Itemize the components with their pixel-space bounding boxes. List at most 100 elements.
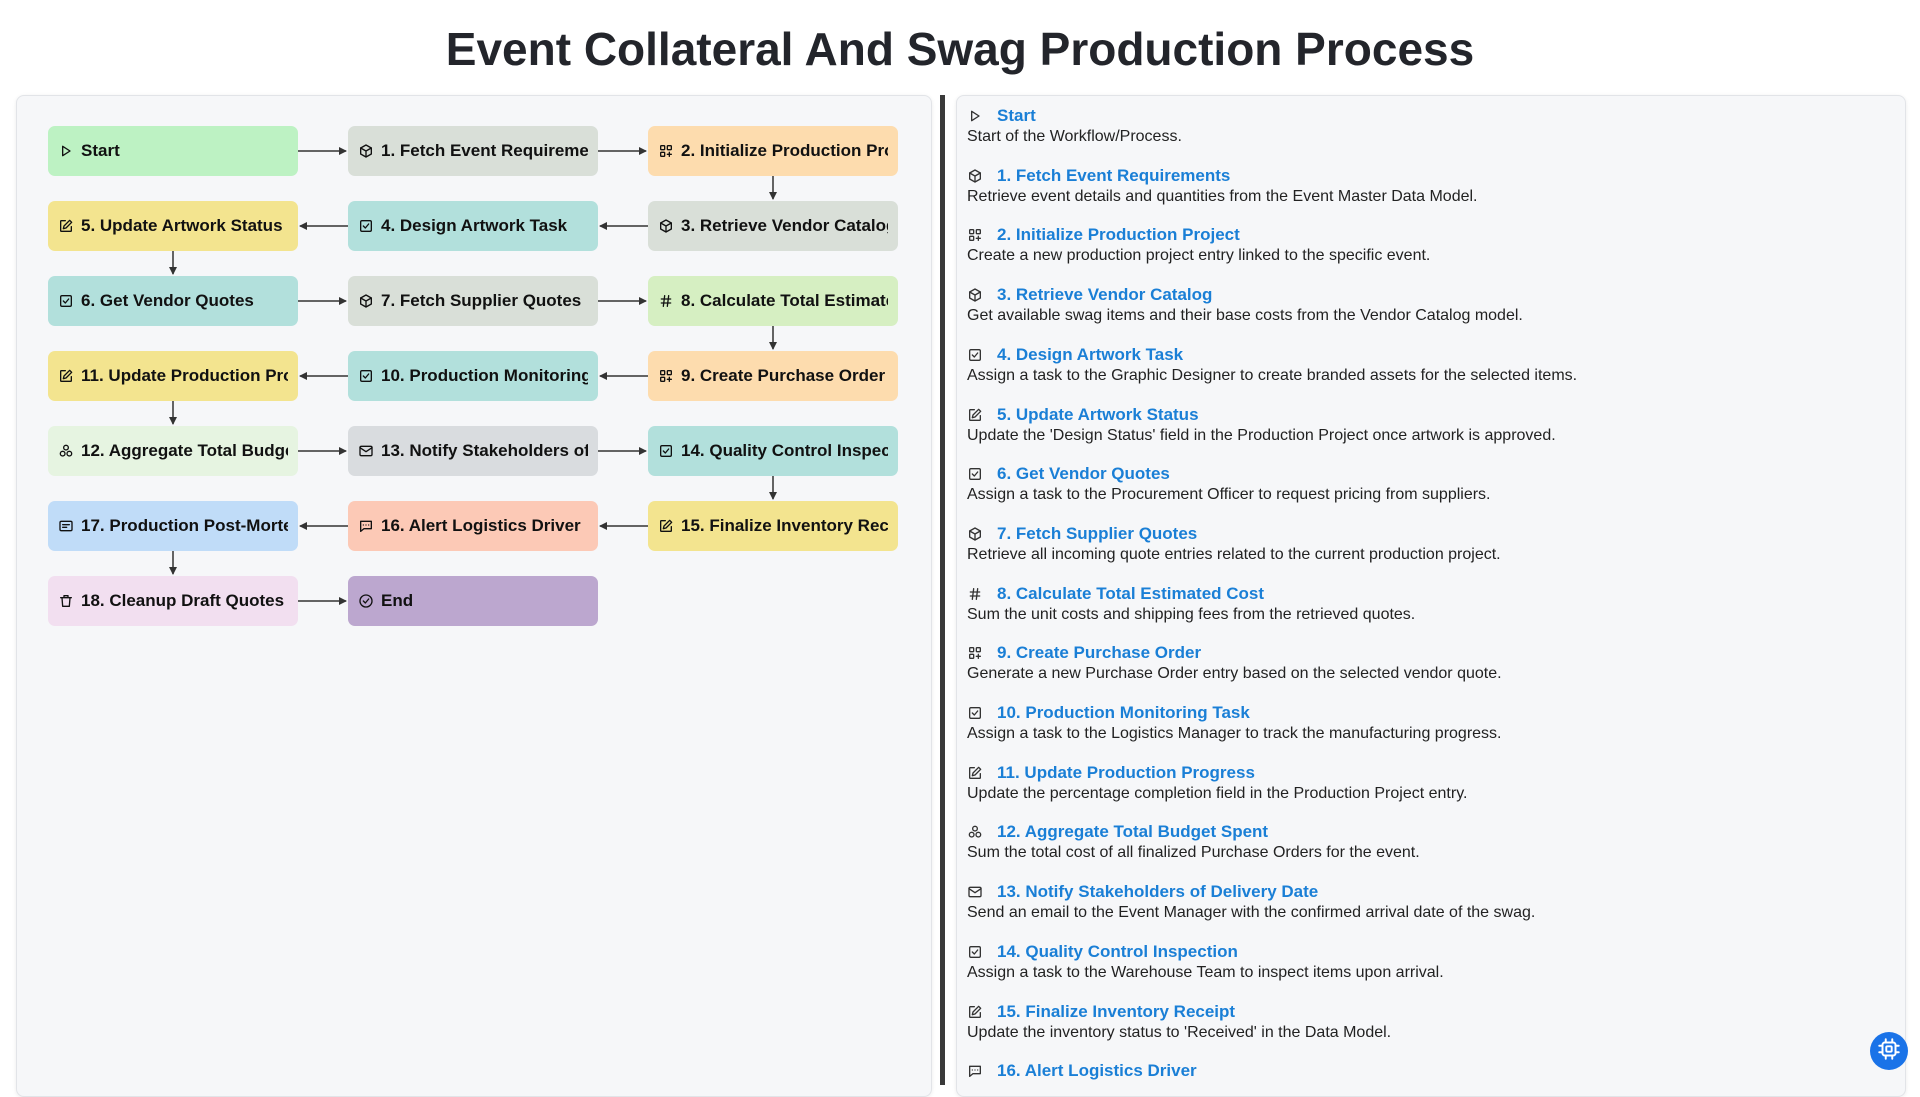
checkbox-icon [358, 368, 374, 384]
step-item: 15. Finalize Inventory Receipt Update the… [967, 1002, 1391, 1042]
step-title: 4. Design Artwork Task [997, 344, 1184, 364]
step-item: 5. Update Artwork Status Update the 'Desi… [967, 405, 1556, 445]
mail-icon [358, 443, 374, 459]
workflow-node-label: 2. Initialize Production Project [681, 141, 888, 160]
step-link[interactable]: 5. Update Artwork Status [967, 405, 1556, 425]
step-title: 14. Quality Control Inspection [997, 941, 1238, 961]
workflow-node[interactable]: 4. Design Artwork Task [348, 201, 598, 251]
step-title: 3. Retrieve Vendor Catalog [997, 285, 1213, 305]
steps-detail-panel: Start Start of the Workflow/Process. 1. Fe… [956, 95, 1906, 1097]
grid-plus-icon [967, 645, 983, 661]
edit-icon [58, 218, 74, 234]
workflow-node[interactable]: 2. Initialize Production Project [648, 126, 898, 176]
step-link[interactable]: 16. Alert Logistics Driver [967, 1061, 1197, 1081]
step-description: Assign a task to the Procurement Officer… [967, 486, 1491, 504]
workflow-node[interactable]: End [348, 576, 598, 626]
list-card-icon [58, 518, 74, 534]
workflow-node[interactable]: Start [48, 126, 298, 176]
step-description: Generate a new Purchase Order entry base… [967, 665, 1502, 683]
workflow-node[interactable]: 8. Calculate Total Estimated Cost [648, 276, 898, 326]
checkbox-icon [658, 443, 674, 459]
step-item: 7. Fetch Supplier Quotes Retrieve all inc… [967, 524, 1501, 564]
step-link[interactable]: 9. Create Purchase Order [967, 643, 1502, 663]
step-link[interactable]: 2. Initialize Production Project [967, 225, 1430, 245]
workflow-node[interactable]: 18. Cleanup Draft Quotes [48, 576, 298, 626]
workflow-node[interactable]: 12. Aggregate Total Budget Spent [48, 426, 298, 476]
workflow-node-label: 12. Aggregate Total Budget Spent [81, 441, 288, 460]
workflow-node[interactable]: 9. Create Purchase Order [648, 351, 898, 401]
step-description: Sum the unit costs and shipping fees fro… [967, 605, 1416, 623]
step-description: Retrieve all incoming quote entries rela… [967, 545, 1501, 563]
step-description: Update the 'Design Status' field in the … [967, 426, 1556, 444]
checkbox-icon [967, 705, 983, 721]
workflow-node-label: 11. Update Production Progress [81, 366, 288, 385]
check-circle-icon [358, 593, 374, 609]
step-link[interactable]: 7. Fetch Supplier Quotes [967, 524, 1501, 544]
workflow-node-label: 3. Retrieve Vendor Catalog [681, 216, 888, 235]
edit-icon [658, 518, 674, 534]
workflow-node-label: 14. Quality Control Inspection [681, 441, 888, 460]
step-link[interactable]: 10. Production Monitoring Task [967, 703, 1502, 723]
checkbox-icon [58, 293, 74, 309]
checkbox-icon [358, 218, 374, 234]
step-item: 2. Initialize Production Project Create a… [967, 225, 1430, 265]
step-link[interactable]: 15. Finalize Inventory Receipt [967, 1002, 1391, 1022]
step-link[interactable]: Start [967, 106, 1182, 126]
step-title: 10. Production Monitoring Task [997, 703, 1250, 722]
panel-divider[interactable] [940, 95, 945, 1085]
cube-icon [967, 168, 983, 184]
step-item: 13. Notify Stakeholders of Delivery Date… [967, 882, 1535, 922]
step-item: 12. Aggregate Total Budget Spent Sum the … [967, 822, 1420, 862]
workflow-node-label: 1. Fetch Event Requirements [381, 141, 588, 160]
chip-icon [1876, 1036, 1902, 1067]
checkbox-icon [967, 944, 983, 960]
step-link[interactable]: 4. Design Artwork Task [967, 345, 1577, 365]
message-icon [967, 1063, 983, 1079]
step-item: 3. Retrieve Vendor Catalog Get available … [967, 285, 1523, 325]
workflow-node[interactable]: 10. Production Monitoring Task [348, 351, 598, 401]
workflow-node[interactable]: 3. Retrieve Vendor Catalog [648, 201, 898, 251]
workflow-node[interactable]: 13. Notify Stakeholders of Delivery Date [348, 426, 598, 476]
edit-icon [967, 407, 983, 423]
workflow-node[interactable]: 7. Fetch Supplier Quotes [348, 276, 598, 326]
workflow-node-label: 4. Design Artwork Task [381, 216, 568, 235]
edit-icon [967, 765, 983, 781]
step-link[interactable]: 13. Notify Stakeholders of Delivery Date [967, 882, 1535, 902]
workflow-node[interactable]: 17. Production Post-Mortem [48, 501, 298, 551]
step-link[interactable]: 1. Fetch Event Requirements [967, 166, 1477, 186]
workflow-node-label: 15. Finalize Inventory Receipt [681, 516, 888, 535]
step-title: 5. Update Artwork Status [997, 404, 1199, 424]
cube-icon [358, 143, 374, 159]
step-link[interactable]: 8. Calculate Total Estimated Cost [967, 584, 1415, 604]
workflow-node[interactable]: 15. Finalize Inventory Receipt [648, 501, 898, 551]
page-title: Event Collateral And Swag Production Pro… [445, 23, 1475, 75]
cube-icon [658, 218, 674, 234]
step-title: Start [997, 106, 1036, 125]
step-link[interactable]: 14. Quality Control Inspection [967, 942, 1444, 962]
step-link[interactable]: 3. Retrieve Vendor Catalog [967, 285, 1523, 305]
workflow-node[interactable]: 5. Update Artwork Status [48, 201, 298, 251]
step-title: 15. Finalize Inventory Receipt [997, 1001, 1236, 1021]
workflow-node[interactable]: 6. Get Vendor Quotes [48, 276, 298, 326]
workflow-diagram-panel: Start 1. Fetch Event Requirements 2. Initi… [16, 95, 932, 1097]
assistant-fab-button[interactable] [1870, 1032, 1908, 1070]
cube-icon [967, 287, 983, 303]
workflow-node[interactable]: 1. Fetch Event Requirements [348, 126, 598, 176]
workflow-node-label: 6. Get Vendor Quotes [81, 291, 254, 310]
step-item: Start Start of the Workflow/Process. [967, 106, 1182, 146]
step-item: 14. Quality Control Inspection Assign a t… [967, 942, 1444, 982]
step-title: 13. Notify Stakeholders of Delivery Date [997, 882, 1319, 902]
workflow-node[interactable]: 11. Update Production Progress [48, 351, 298, 401]
step-item: 4. Design Artwork Task Assign a task to t… [967, 345, 1577, 385]
step-description: Assign a task to the Warehouse Team to i… [967, 963, 1444, 981]
workflow-node[interactable]: 16. Alert Logistics Driver [348, 501, 598, 551]
workflow-node-label: 18. Cleanup Draft Quotes [81, 591, 285, 610]
step-link[interactable]: 12. Aggregate Total Budget Spent [967, 822, 1420, 842]
workflow-node-label: 8. Calculate Total Estimated Cost [681, 291, 888, 310]
edit-icon [58, 368, 74, 384]
step-link[interactable]: 11. Update Production Progress [967, 763, 1467, 783]
step-link[interactable]: 6. Get Vendor Quotes [967, 464, 1491, 484]
workflow-node[interactable]: 14. Quality Control Inspection [648, 426, 898, 476]
mail-icon [967, 884, 983, 900]
step-description: Send an email to the Event Manager with … [967, 904, 1536, 922]
